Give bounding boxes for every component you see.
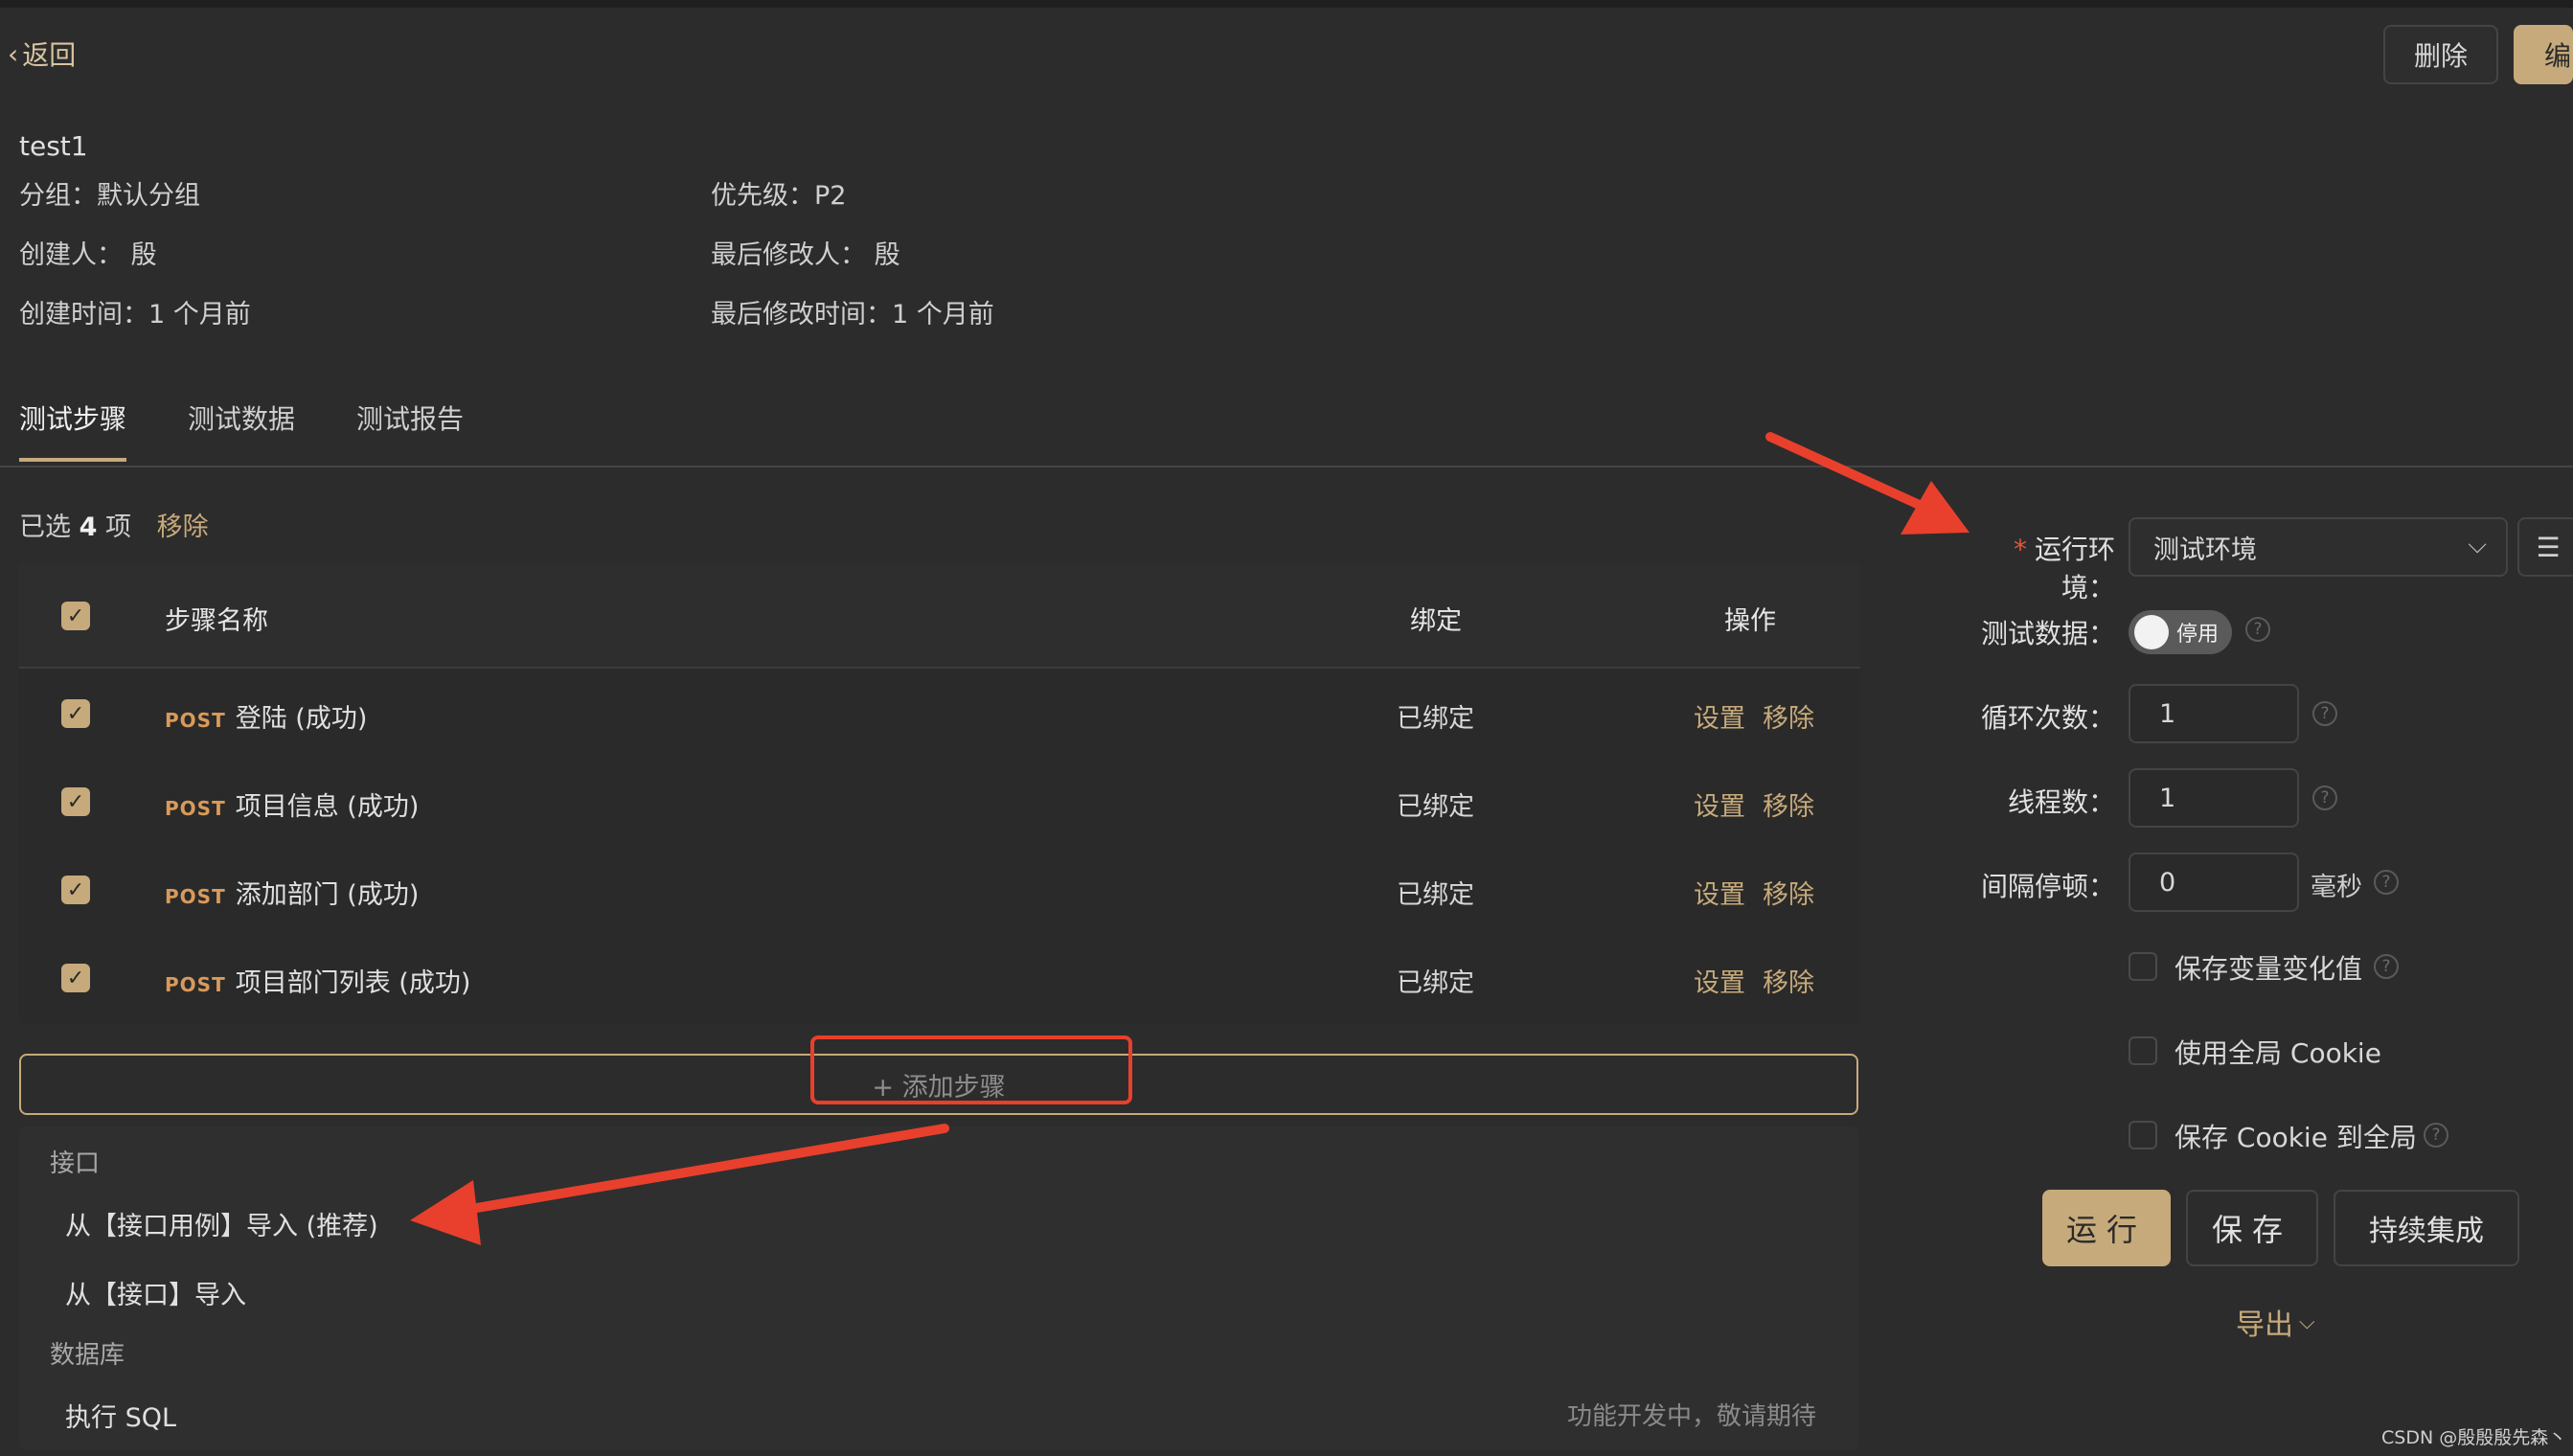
annotation-arrows	[410, 432, 1970, 1245]
annotation-arrow-import	[410, 1124, 949, 1245]
annotation-arrow-env	[1765, 432, 1970, 535]
